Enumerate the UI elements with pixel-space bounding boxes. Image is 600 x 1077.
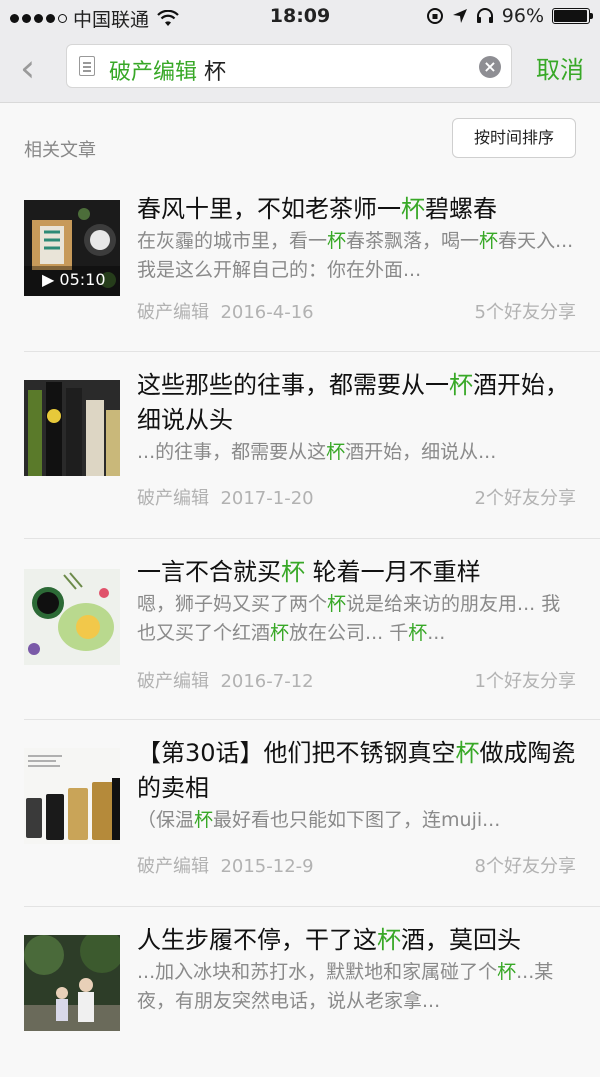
keyword-highlight: 杯 — [479, 230, 499, 252]
search-prefix-tag: 破产编辑 — [109, 60, 198, 85]
article-title: 【第30话】他们把不锈钢真空杯做成陶瓷的卖相 — [137, 736, 576, 806]
keyword-highlight: 杯 — [497, 961, 517, 983]
text-segment: 一言不合就买 — [137, 558, 281, 586]
friend-shares: 8个好友分享 — [474, 856, 576, 877]
text-segment: 这些那些的往事，都需要从一 — [137, 371, 449, 399]
article-thumbnail — [24, 935, 120, 1031]
keyword-highlight: 杯 — [326, 441, 346, 463]
text-segment: 轮着一月不重样 — [305, 558, 481, 586]
article-thumbnail — [24, 380, 120, 476]
text-segment: ...的往事，都需要从这 — [137, 441, 327, 463]
text-segment: 放在公司... 千 — [289, 622, 409, 644]
keyword-highlight: 杯 — [401, 195, 425, 223]
keyword-highlight: 杯 — [449, 371, 473, 399]
list-item[interactable]: ▶ 05:10 春风十里，不如老茶师一杯碧螺春 在灰霾的城市里，看一杯春茶飘落，… — [24, 176, 600, 352]
article-body: 【第30话】他们把不锈钢真空杯做成陶瓷的卖相 （保温杯最好看也只能如下图了，连m… — [137, 736, 576, 835]
friend-shares: 1个好友分享 — [474, 671, 576, 692]
text-segment: 酒，莫回头 — [401, 926, 521, 954]
text-segment: 嗯，狮子妈又买了两个 — [137, 593, 328, 615]
text-segment: 春风十里，不如老茶师一 — [137, 195, 401, 223]
keyword-highlight: 杯 — [377, 926, 401, 954]
article-author: 破产编辑 — [137, 302, 209, 323]
article-title: 一言不合就买杯 轮着一月不重样 — [137, 555, 576, 590]
article-title: 人生步履不停，干了这杯酒，莫回头 — [137, 923, 576, 958]
section-header: 相关文章 按时间排序 — [0, 102, 600, 176]
article-list: ▶ 05:10 春风十里，不如老茶师一杯碧螺春 在灰霾的城市里，看一杯春茶飘落，… — [0, 176, 600, 1077]
text-segment: 碧螺春 — [425, 195, 497, 223]
list-item[interactable]: 这些那些的往事，都需要从一杯酒开始，细说从头 ...的往事，都需要从这杯酒开始，… — [24, 352, 600, 539]
article-author: 破产编辑 — [137, 856, 209, 877]
battery-icon — [552, 8, 593, 24]
keyword-highlight: 杯 — [455, 739, 480, 767]
text-segment: （保温 — [137, 809, 195, 831]
headphones-icon — [476, 8, 493, 23]
article-thumbnail — [24, 569, 120, 665]
search-keyword: 杯 — [204, 60, 227, 85]
keyword-highlight: 杯 — [327, 593, 347, 615]
status-bar: 中国联通 18:09 96% — [0, 0, 600, 34]
article-meta: 破产编辑 2015-12-9 8个好友分享 — [137, 852, 576, 878]
keyword-highlight: 杯 — [327, 230, 347, 252]
article-title: 春风十里，不如老茶师一杯碧螺春 — [137, 192, 576, 227]
video-duration: ▶ 05:10 — [42, 270, 106, 289]
location-icon — [452, 9, 467, 23]
article-meta: 破产编辑 2016-4-16 5个好友分享 — [137, 298, 576, 324]
rotation-lock-icon — [426, 8, 443, 24]
search-bar: ‹ 破产编辑 杯 × 取消 — [0, 34, 600, 103]
article-date: 2015-12-9 — [220, 856, 314, 877]
article-date: 2016-4-16 — [220, 302, 314, 323]
article-body: 人生步履不停，干了这杯酒，莫回头 ...加入冰块和苏打水，默默地和家属碰了个杯.… — [137, 923, 576, 1016]
list-item[interactable]: 【第30话】他们把不锈钢真空杯做成陶瓷的卖相 （保温杯最好看也只能如下图了，连m… — [24, 720, 600, 907]
list-item[interactable]: 人生步履不停，干了这杯酒，莫回头 ...加入冰块和苏打水，默默地和家属碰了个杯.… — [24, 907, 600, 1077]
clear-icon[interactable]: × — [479, 56, 501, 78]
battery-percent: 96% — [501, 5, 544, 27]
cancel-button[interactable]: 取消 — [536, 50, 584, 85]
list-item[interactable]: 一言不合就买杯 轮着一月不重样 嗯，狮子妈又买了两个杯说是给来访的朋友用... … — [24, 539, 600, 720]
text-segment: ... — [427, 622, 446, 644]
article-thumbnail: ▶ 05:10 — [24, 200, 120, 296]
article-meta: 破产编辑 2017-1-20 2个好友分享 — [137, 484, 576, 510]
article-thumbnail — [24, 748, 120, 844]
section-title: 相关文章 — [24, 140, 96, 161]
article-body: 春风十里，不如老茶师一杯碧螺春 在灰霾的城市里，看一杯春茶飘落，喝一杯春天入..… — [137, 192, 576, 285]
battery-level — [554, 10, 587, 22]
back-chevron-icon[interactable]: ‹ — [20, 48, 50, 88]
text-segment: 【第30话】他们把不锈钢真空 — [137, 739, 456, 767]
article-snippet: （保温杯最好看也只能如下图了，连muji... — [137, 806, 576, 835]
article-body: 这些那些的往事，都需要从一杯酒开始，细说从头 ...的往事，都需要从这杯酒开始，… — [137, 368, 576, 467]
article-author: 破产编辑 — [137, 671, 209, 692]
article-icon — [79, 56, 95, 76]
article-snippet: 在灰霾的城市里，看一杯春茶飘落，喝一杯春天入...我是这么开解自己的：你在外面.… — [137, 227, 576, 285]
video-duration-label: 05:10 — [59, 270, 106, 289]
article-author: 破产编辑 — [137, 488, 209, 509]
keyword-highlight: 杯 — [194, 809, 214, 831]
article-title: 这些那些的往事，都需要从一杯酒开始，细说从头 — [137, 368, 576, 438]
article-body: 一言不合就买杯 轮着一月不重样 嗯，狮子妈又买了两个杯说是给来访的朋友用... … — [137, 555, 576, 648]
status-right: 96% — [426, 5, 593, 27]
text-segment: 酒开始，细说从... — [345, 441, 497, 463]
keyword-highlight: 杯 — [270, 622, 290, 644]
search-query: 破产编辑 杯 — [109, 54, 226, 86]
search-input[interactable]: 破产编辑 杯 × — [66, 44, 512, 88]
text-segment: 春茶飘落，喝一 — [346, 230, 480, 252]
keyword-highlight: 杯 — [281, 558, 305, 586]
text-segment: 最好看也只能如下图了，连muji... — [213, 809, 501, 831]
text-segment: 在灰霾的城市里，看一 — [137, 230, 328, 252]
text-segment: ...加入冰块和苏打水，默默地和家属碰了个 — [137, 961, 498, 983]
friend-shares: 2个好友分享 — [474, 488, 576, 509]
article-snippet: ...的往事，都需要从这杯酒开始，细说从... — [137, 438, 576, 467]
article-meta: 破产编辑 2016-7-12 1个好友分享 — [137, 667, 576, 693]
text-segment: 人生步履不停，干了这 — [137, 926, 377, 954]
article-snippet: 嗯，狮子妈又买了两个杯说是给来访的朋友用... 我也又买了个红酒杯放在公司...… — [137, 590, 576, 648]
article-snippet: ...加入冰块和苏打水，默默地和家属碰了个杯...某夜，有朋友突然电话，说从老家… — [137, 958, 576, 1016]
article-date: 2017-1-20 — [220, 488, 314, 509]
sort-by-time-button[interactable]: 按时间排序 — [452, 118, 576, 158]
keyword-highlight: 杯 — [408, 622, 428, 644]
article-date: 2016-7-12 — [220, 671, 314, 692]
friend-shares: 5个好友分享 — [474, 302, 576, 323]
